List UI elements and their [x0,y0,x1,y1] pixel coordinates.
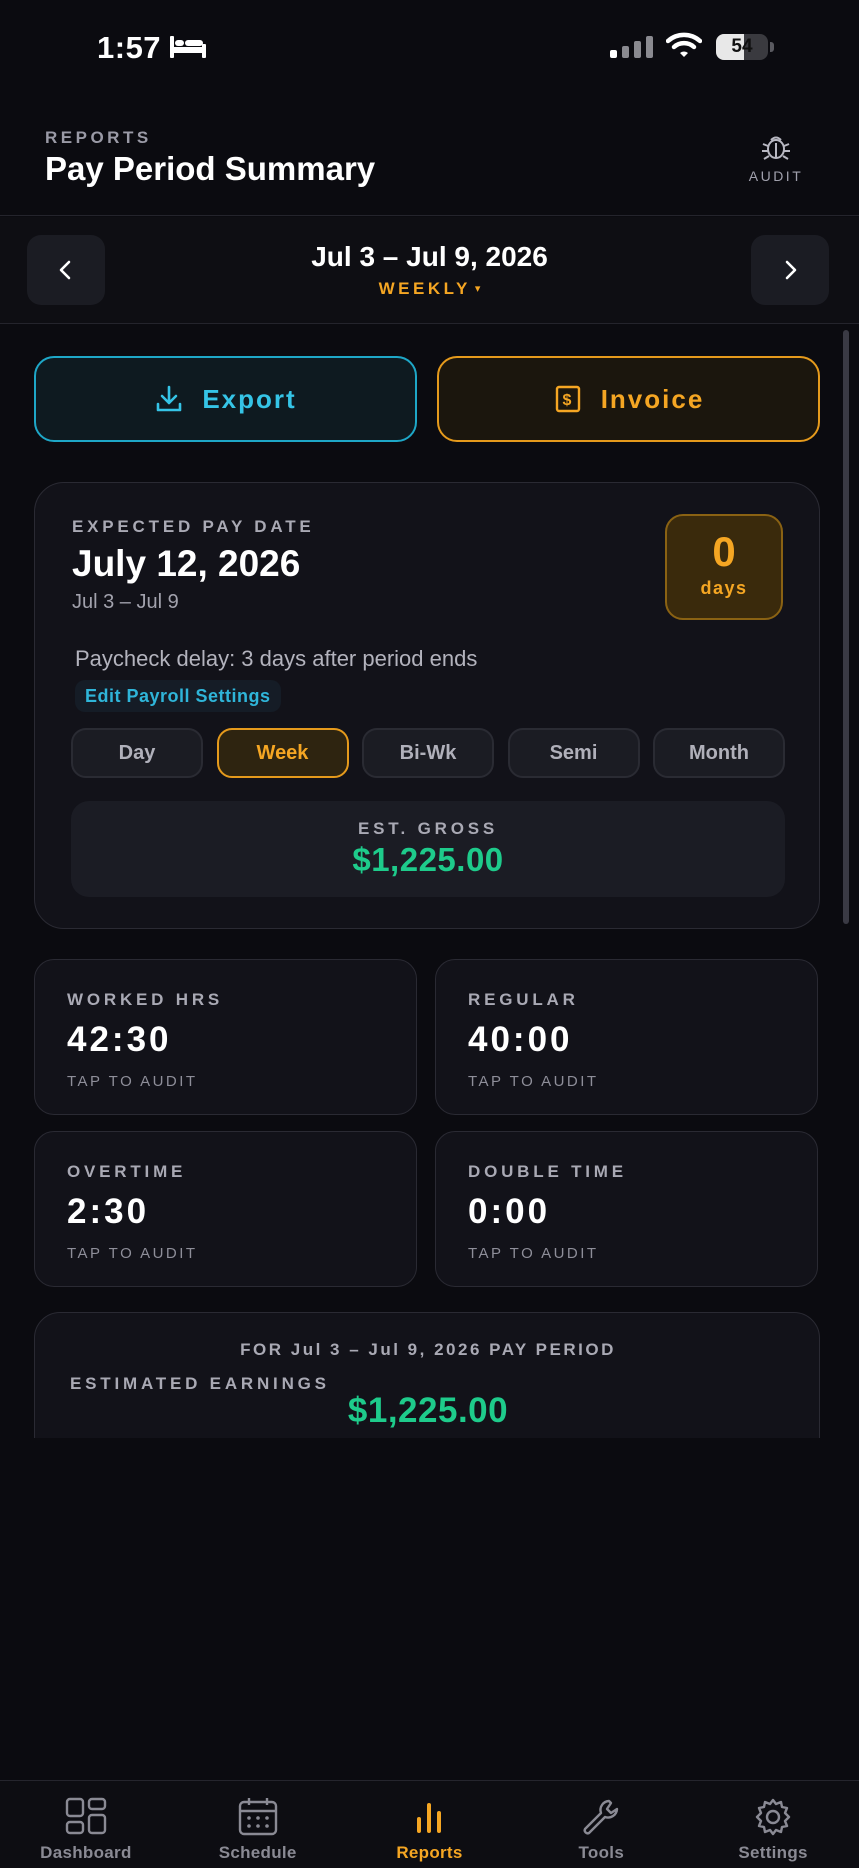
audit-label: AUDIT [748,168,804,184]
scrollbar[interactable] [843,330,849,924]
overtime-hours-card[interactable]: OVERTIME 2:30 TAP TO AUDIT [34,1131,417,1287]
stat-label: REGULAR [468,990,579,1009]
stat-hint: TAP TO AUDIT [67,1073,198,1090]
tab-tools[interactable]: Tools [515,1781,687,1868]
stat-hint: TAP TO AUDIT [468,1245,599,1262]
frequency-option-month[interactable]: Month [653,728,785,778]
double-time-card[interactable]: DOUBLE TIME 0:00 TAP TO AUDIT [435,1131,818,1287]
period-range: Jul 3 – Jul 9, 2026 [311,241,548,272]
paycheck-delay-text: Paycheck delay: 3 days after period ends [75,646,478,671]
days-until-pay-badge: 0 days [665,514,783,620]
frequency-option-biweekly[interactable]: Bi-Wk [362,728,494,778]
wrench-icon [583,1799,619,1835]
tab-settings[interactable]: Settings [687,1781,859,1868]
wifi-icon [666,32,702,57]
caret-down-icon: ▾ [474,283,481,295]
export-button[interactable]: Export [34,356,417,442]
pay-date-label: EXPECTED PAY DATE [72,517,315,536]
estimated-gross-box: EST. GROSS $1,225.00 [71,801,785,897]
gear-icon [755,1798,791,1836]
bar-chart-icon [417,1803,442,1833]
earnings-period-text: FOR Jul 3 – Jul 9, 2026 PAY PERIOD [240,1340,616,1359]
invoice-button[interactable]: $ Invoice [437,356,820,442]
frequency-option-week[interactable]: Week [216,728,349,778]
stat-label: WORKED HRS [67,990,224,1009]
tab-dashboard[interactable]: Dashboard [0,1781,172,1868]
earnings-value: $1,225.00 [347,1391,509,1430]
worked-hours-card[interactable]: WORKED HRS 42:30 TAP TO AUDIT [34,959,417,1115]
tab-reports[interactable]: Reports [344,1781,516,1868]
tab-schedule[interactable]: Schedule [172,1781,344,1868]
page-header: REPORTS Pay Period Summary AUDIT [0,96,859,216]
frequency-option-day[interactable]: Day [71,728,203,778]
stat-value: 40:00 [468,1020,573,1059]
expected-pay-date-card: EXPECTED PAY DATE July 12, 2026 Jul 3 – … [34,482,820,929]
audit-button[interactable]: AUDIT [729,132,823,192]
period-mode-selector[interactable]: WEEKLY ▾ [0,279,859,299]
status-bar: 1:57 54 [0,0,859,96]
frequency-selector: Day Week Bi-Wk Semi Month [71,728,785,778]
scroll-clip: FOR Jul 3 – Jul 9, 2026 PAY PERIOD ESTIM… [0,1310,859,1438]
grid-icon [65,1797,107,1835]
bottom-tab-bar: Dashboard Schedule Reports Tools Setting… [0,1780,859,1868]
edit-payroll-settings-link[interactable]: Edit Payroll Settings [75,680,281,712]
days-count: 0 [712,528,736,575]
pay-date: July 12, 2026 [72,543,301,584]
tab-label: Tools [578,1843,625,1862]
gross-value: $1,225.00 [352,841,504,878]
stat-hint: TAP TO AUDIT [468,1073,599,1090]
stat-value: 2:30 [67,1192,150,1231]
tab-label: Schedule [218,1843,297,1862]
tab-label: Reports [396,1843,463,1862]
battery-percent: 54 [731,36,753,57]
stat-hint: TAP TO AUDIT [67,1245,198,1262]
stat-value: 42:30 [67,1020,172,1059]
gross-label: EST. GROSS [357,819,499,838]
tab-label: Settings [738,1843,808,1862]
invoice-label: Invoice [600,383,705,414]
chevron-right-icon [785,260,797,280]
bug-icon [762,136,790,160]
regular-hours-card[interactable]: REGULAR 40:00 TAP TO AUDIT [435,959,818,1115]
cellular-signal-icon [610,36,653,58]
section-eyebrow: REPORTS [45,128,152,147]
stat-label: DOUBLE TIME [468,1162,627,1181]
estimated-earnings-card: FOR Jul 3 – Jul 9, 2026 PAY PERIOD ESTIM… [34,1312,820,1438]
bed-icon [170,36,206,58]
page-title: Pay Period Summary [45,150,376,187]
pay-date-range: Jul 3 – Jul 9 [72,591,179,613]
next-period-button[interactable] [751,235,829,305]
tab-label: Dashboard [40,1843,132,1862]
period-navigator: Jul 3 – Jul 9, 2026 WEEKLY ▾ [0,217,859,324]
frequency-option-semi[interactable]: Semi [507,728,640,778]
svg-text:$: $ [562,392,573,409]
battery-indicator: 54 [716,34,774,60]
export-label: Export [202,383,297,414]
days-unit: days [700,578,748,598]
status-time: 1:57 [97,30,162,65]
invoice-dollar-icon: $ [555,385,580,413]
download-icon [157,385,182,412]
period-mode-label: WEEKLY [378,279,471,298]
stat-label: OVERTIME [67,1162,187,1181]
stat-value: 0:00 [468,1192,551,1231]
calendar-icon [238,1798,277,1836]
